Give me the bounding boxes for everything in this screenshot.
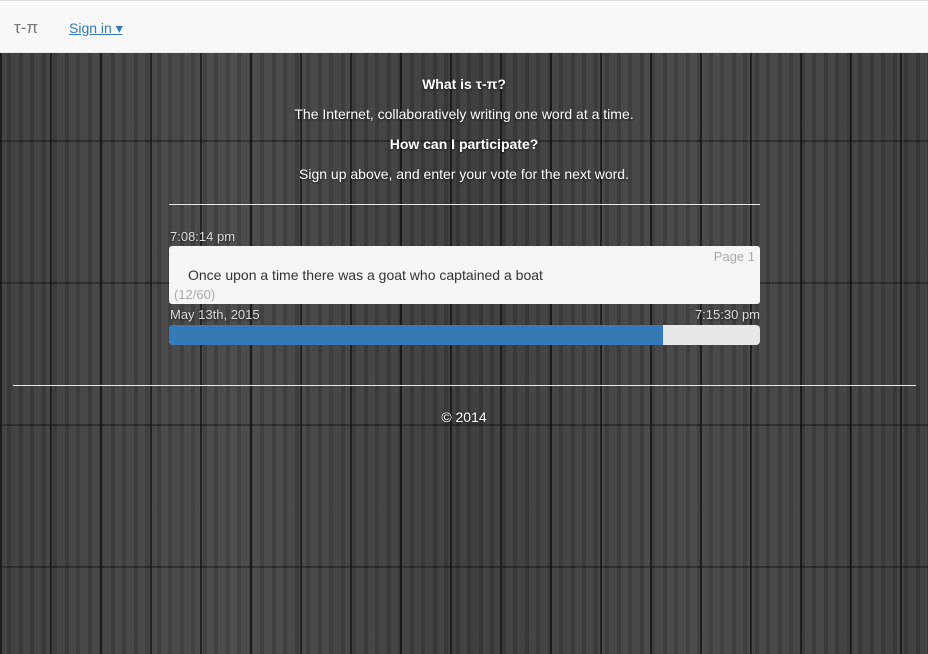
top-navbar: τ-π Sign in ▾ [0,0,928,53]
brand-logo[interactable]: τ-π [14,18,38,38]
how-participate-answer: Sign up above, and enter your vote for t… [299,166,629,182]
story-text: Once upon a time there was a goat who ca… [188,267,543,283]
what-is-answer: The Internet, collaboratively writing on… [294,106,634,122]
page-number: Page 1 [713,249,755,264]
round-progress [169,325,760,345]
divider-bottom [13,385,916,386]
round-progress-fill [169,325,664,345]
story-panel: Page 1 Once upon a time there was a goat… [169,246,760,304]
footer-copyright: © 2014 [441,409,487,425]
intro-section: What is τ-π? The Internet, collaborative… [0,76,928,196]
word-count: (12/60) [174,287,216,302]
round-end-time: 7:15:30 pm [694,307,760,322]
sign-in-dropdown[interactable]: Sign in ▾ [69,20,123,37]
how-participate-heading: How can I participate? [389,136,539,152]
story-start-time: 7:08:14 pm [170,229,236,244]
what-is-heading: What is τ-π? [422,76,506,92]
story-date: May 13th, 2015 [170,307,260,322]
divider-top [169,204,760,205]
